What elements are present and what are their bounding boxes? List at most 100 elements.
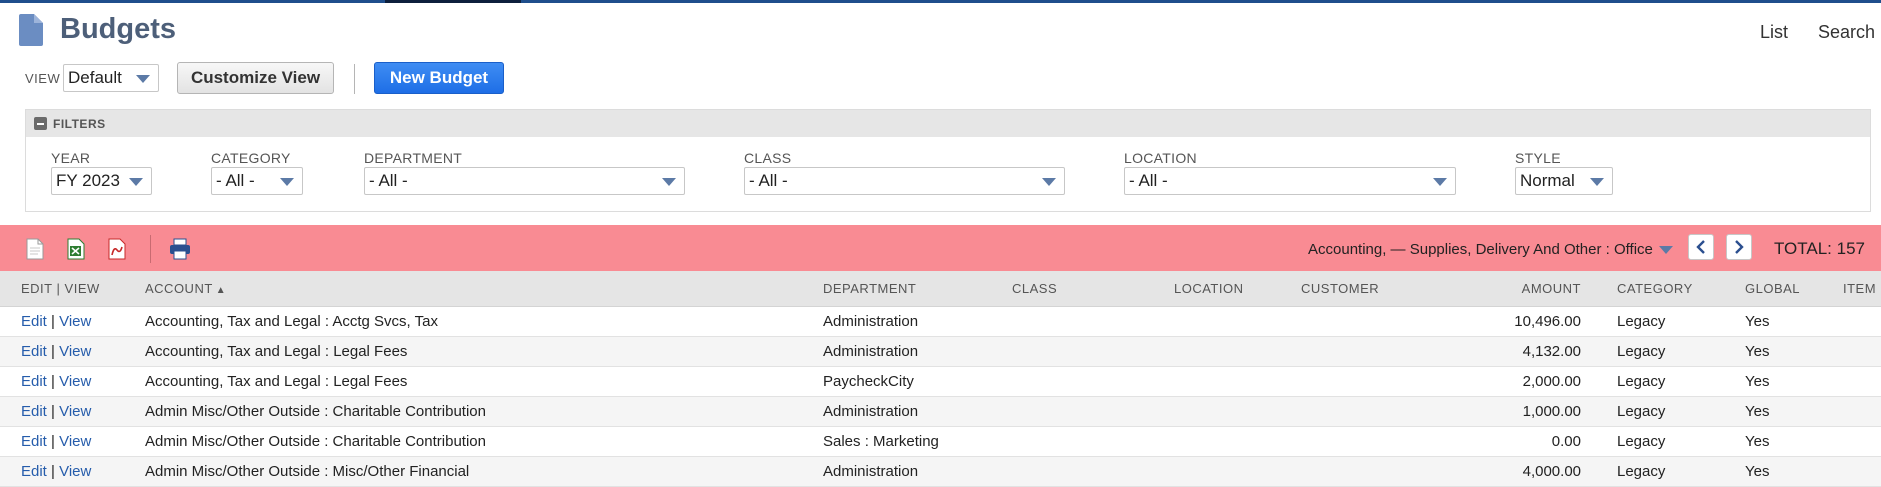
link-separator: |	[51, 463, 55, 480]
sort-select-value: Accounting, — Supplies, Delivery And Oth…	[1308, 241, 1653, 258]
print-icon[interactable]	[169, 238, 191, 260]
department-filter-select[interactable]: - All -	[364, 167, 685, 195]
cell-class	[1012, 456, 1174, 487]
col-header-class[interactable]: CLASS	[1012, 271, 1174, 307]
col-header-account-label: ACCOUNT	[145, 281, 213, 296]
title-row: Budgets List Search	[0, 0, 1881, 50]
view-select[interactable]: Default	[63, 64, 159, 92]
col-header-customer[interactable]: CUSTOMER	[1301, 271, 1443, 307]
cell-global: Yes	[1745, 456, 1843, 487]
col-header-view: VIEW	[64, 281, 100, 296]
view-link[interactable]: View	[59, 433, 91, 450]
cell-spacer	[1581, 396, 1617, 427]
col-header-account[interactable]: ACCOUNT ▲	[145, 271, 823, 307]
category-filter-value: - All -	[216, 171, 255, 190]
class-filter-value: - All -	[749, 171, 788, 190]
total-count: TOTAL: 157	[1773, 239, 1865, 258]
cell-item	[1843, 336, 1881, 367]
link-separator: |	[51, 313, 55, 330]
cell-global: Yes	[1745, 426, 1843, 457]
edit-link[interactable]: Edit	[21, 433, 47, 450]
style-filter-label: STYLE	[1515, 150, 1561, 166]
edit-link[interactable]: Edit	[21, 343, 47, 360]
location-filter-select[interactable]: - All -	[1124, 167, 1456, 195]
customize-view-button[interactable]: Customize View	[177, 62, 334, 94]
view-select-value: Default	[68, 68, 122, 87]
chevron-down-icon	[280, 178, 294, 186]
edit-link[interactable]: Edit	[21, 313, 47, 330]
cell-spacer	[1581, 336, 1617, 367]
cell-category: Legacy	[1617, 456, 1745, 487]
sort-select[interactable]: Accounting, — Supplies, Delivery And Oth…	[1308, 241, 1673, 258]
cell-account: Admin Misc/Other Outside : Charitable Co…	[145, 426, 823, 457]
search-link[interactable]: Search	[1818, 22, 1875, 43]
chevron-down-icon	[1590, 178, 1604, 186]
col-header-category[interactable]: CATEGORY	[1617, 271, 1745, 307]
cell-edit-view: Edit | View	[0, 306, 145, 337]
filters-header[interactable]: FILTERS	[26, 110, 1870, 137]
cell-category: Legacy	[1617, 336, 1745, 367]
view-link[interactable]: View	[59, 463, 91, 480]
chevron-right-icon	[1735, 240, 1744, 254]
cell-category: Legacy	[1617, 366, 1745, 397]
year-filter-select[interactable]: FY 2023	[51, 167, 152, 195]
cell-account: Accounting, Tax and Legal : Legal Fees	[145, 366, 823, 397]
collapse-icon[interactable]	[34, 117, 47, 130]
col-header-amount[interactable]: AMOUNT	[1443, 271, 1581, 307]
cell-amount: 0.00	[1443, 426, 1581, 457]
edit-link[interactable]: Edit	[21, 373, 47, 390]
col-header-global[interactable]: GLOBAL	[1745, 271, 1843, 307]
cell-customer	[1301, 306, 1443, 337]
table-row: Edit | View Admin Misc/Other Outside : Ch…	[0, 396, 1881, 427]
edit-link[interactable]: Edit	[21, 403, 47, 420]
cell-global: Yes	[1745, 306, 1843, 337]
cell-department: Administration	[823, 456, 1012, 487]
new-document-icon[interactable]	[26, 238, 44, 260]
class-filter-label: CLASS	[744, 150, 792, 166]
cell-account: Accounting, Tax and Legal : Acctg Svcs, …	[145, 306, 823, 337]
previous-page-button[interactable]	[1688, 234, 1714, 260]
chevron-down-icon	[1042, 178, 1056, 186]
list-link[interactable]: List	[1760, 22, 1788, 43]
col-header-edit: EDIT	[21, 281, 53, 296]
cell-spacer	[1581, 456, 1617, 487]
export-excel-icon[interactable]	[67, 238, 85, 260]
cell-class	[1012, 336, 1174, 367]
department-filter-value: - All -	[369, 171, 408, 190]
table-header-row: EDIT | VIEW ACCOUNT ▲ DEPARTMENT CLASS LO…	[0, 271, 1881, 307]
col-header-separator: |	[56, 281, 61, 296]
cell-department: PaycheckCity	[823, 366, 1012, 397]
view-link[interactable]: View	[59, 403, 91, 420]
class-filter-select[interactable]: - All -	[744, 167, 1065, 195]
next-page-button[interactable]	[1726, 234, 1752, 260]
cell-account: Admin Misc/Other Outside : Misc/Other Fi…	[145, 456, 823, 487]
link-separator: |	[51, 343, 55, 360]
col-header-item[interactable]: ITEM	[1843, 271, 1881, 307]
cell-class	[1012, 396, 1174, 427]
cell-item	[1843, 306, 1881, 337]
cell-location	[1174, 336, 1301, 367]
cell-edit-view: Edit | View	[0, 336, 145, 367]
view-link[interactable]: View	[59, 373, 91, 390]
cell-edit-view: Edit | View	[0, 456, 145, 487]
col-header-edit-view: EDIT | VIEW	[0, 271, 145, 307]
cell-account: Admin Misc/Other Outside : Charitable Co…	[145, 396, 823, 427]
department-filter-label: DEPARTMENT	[364, 150, 463, 166]
view-link[interactable]: View	[59, 313, 91, 330]
cell-location	[1174, 396, 1301, 427]
category-filter-select[interactable]: - All -	[211, 167, 303, 195]
edit-link[interactable]: Edit	[21, 463, 47, 480]
cell-global: Yes	[1745, 336, 1843, 367]
export-pdf-icon[interactable]	[108, 238, 126, 260]
new-budget-button[interactable]: New Budget	[374, 62, 504, 94]
document-icon	[19, 14, 43, 46]
view-link[interactable]: View	[59, 343, 91, 360]
cell-amount: 4,132.00	[1443, 336, 1581, 367]
link-separator: |	[51, 433, 55, 450]
view-bar: VIEW Default Customize View New Budget	[0, 62, 1881, 96]
cell-category: Legacy	[1617, 396, 1745, 427]
style-filter-select[interactable]: Normal	[1515, 167, 1613, 195]
budgets-table: EDIT | VIEW ACCOUNT ▲ DEPARTMENT CLASS LO…	[0, 271, 1881, 487]
col-header-location[interactable]: LOCATION	[1174, 271, 1301, 307]
col-header-department[interactable]: DEPARTMENT	[823, 271, 1012, 307]
